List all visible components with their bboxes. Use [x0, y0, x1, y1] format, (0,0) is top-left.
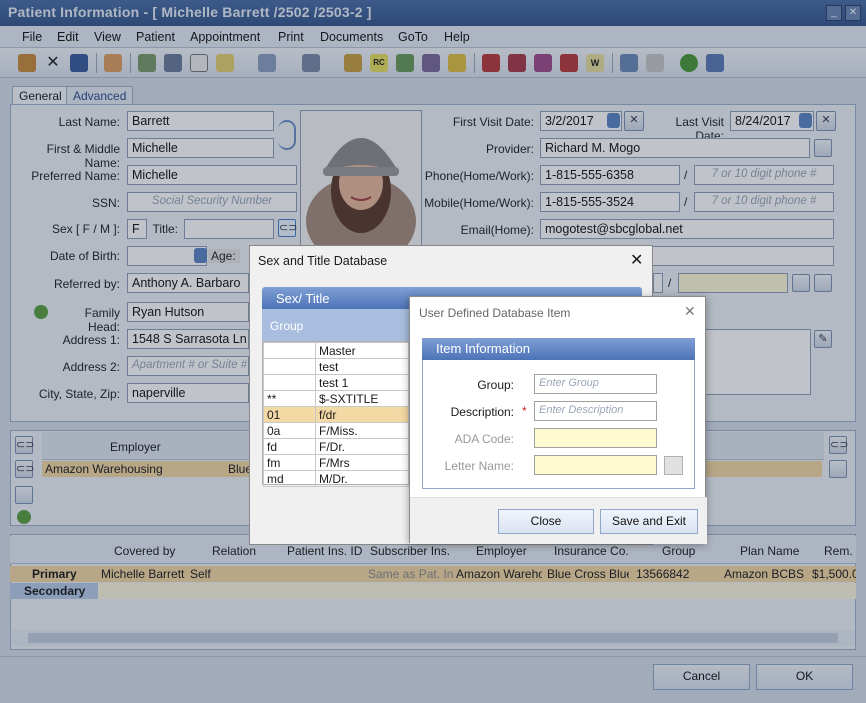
table-row[interactable]: fm F/Mrs [263, 454, 409, 471]
row-code: ** [263, 390, 316, 407]
description-input[interactable]: Enter Description [534, 401, 657, 421]
table-row[interactable]: ** $-SXTITLE [263, 390, 409, 407]
group-header-label: Group [270, 319, 304, 333]
letter-name-label: Letter Name: [444, 459, 514, 473]
row-code: 0a [263, 422, 316, 439]
sex-title-panel-title: Sex/ Title [276, 291, 330, 306]
table-row[interactable]: Master [263, 342, 409, 359]
table-row[interactable]: md M/Dr. [263, 470, 409, 487]
row-code [263, 342, 316, 359]
ada-code-label: ADA Code: [454, 432, 514, 446]
row-code [263, 358, 316, 375]
letter-lookup-button[interactable] [664, 456, 683, 475]
group-input[interactable]: Enter Group [534, 374, 657, 394]
row-desc: F/Dr. [315, 438, 409, 455]
row-code: fm [263, 454, 316, 471]
row-code: 01 [263, 406, 316, 423]
row-desc: f/dr [315, 406, 409, 423]
row-desc: Master [315, 342, 409, 359]
table-row[interactable]: fd F/Dr. [263, 438, 409, 455]
row-desc: test 1 [315, 374, 409, 391]
table-row[interactable]: test [263, 358, 409, 375]
table-row[interactable]: 0a F/Miss. [263, 422, 409, 439]
required-marker: * [522, 404, 527, 418]
close-icon[interactable]: ✕ [684, 303, 696, 320]
item-dialog-title: User Defined Database Item [419, 306, 571, 320]
row-desc: test [315, 358, 409, 375]
ada-code-input[interactable] [534, 428, 657, 448]
table-row-selected[interactable]: 01 f/dr [263, 406, 409, 423]
letter-name-input[interactable] [534, 455, 657, 475]
close-button[interactable]: Close [498, 509, 594, 534]
row-desc: F/Mrs [315, 454, 409, 471]
sex-title-table: Master test test 1 ** $-SXTITLE 01 f/dr 0a… [262, 341, 410, 487]
row-desc: $-SXTITLE [315, 390, 409, 407]
description-label: Description: [450, 405, 514, 419]
row-code: md [263, 470, 316, 487]
group-label: Group: [477, 378, 514, 392]
row-desc: F/Miss. [315, 422, 409, 439]
row-code: fd [263, 438, 316, 455]
item-dialog: User Defined Database Item ✕ Item Inform… [409, 296, 707, 544]
table-row[interactable]: test 1 [263, 374, 409, 391]
sex-title-dialog-title: Sex and Title Database [258, 254, 388, 268]
close-icon[interactable]: ✕ [630, 250, 643, 270]
item-info-title: Item Information [436, 341, 530, 356]
row-desc: M/Dr. [315, 470, 409, 487]
row-code [263, 374, 316, 391]
save-and-exit-button[interactable]: Save and Exit [600, 509, 698, 534]
